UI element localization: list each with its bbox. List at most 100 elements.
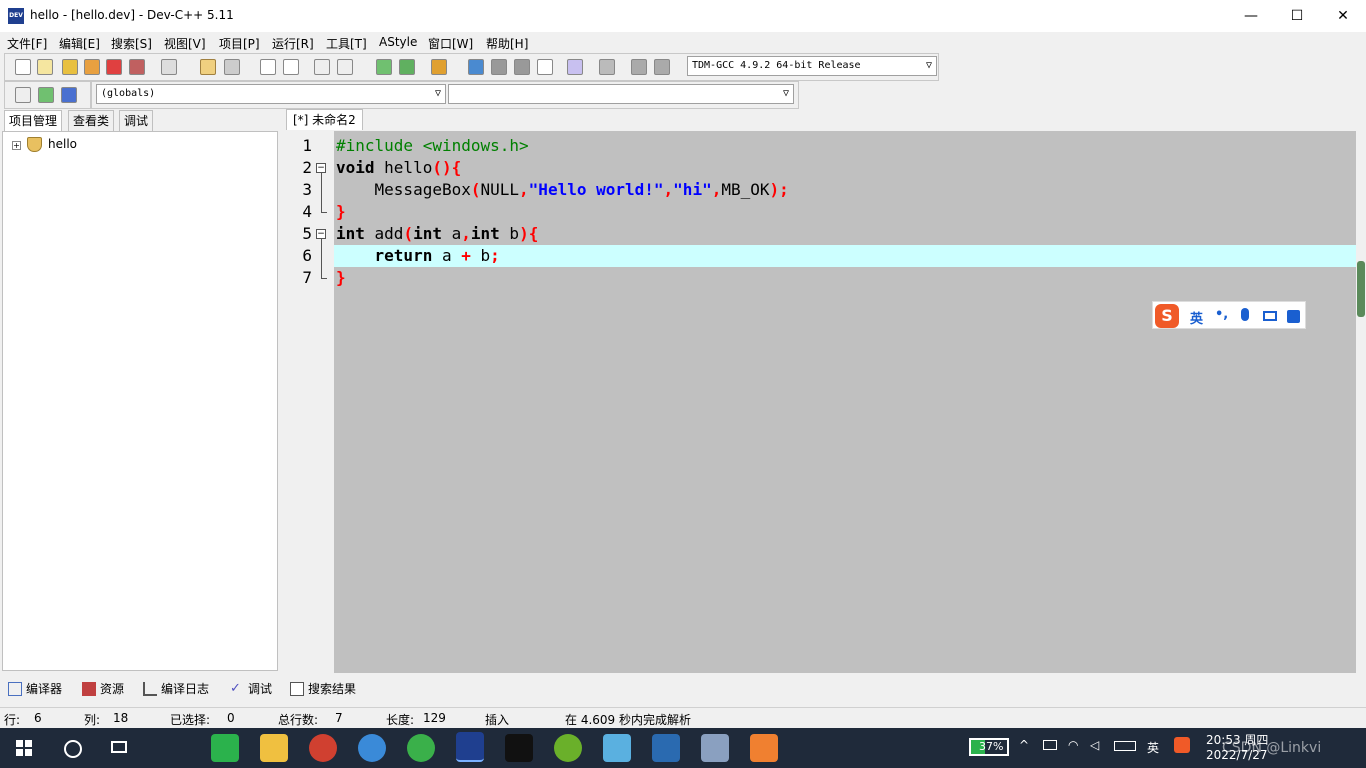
line-number: 7 <box>302 268 312 287</box>
resources-icon <box>82 682 96 696</box>
app-badge-icon[interactable] <box>750 734 778 762</box>
menu-project[interactable]: 项目[P] <box>219 35 260 52</box>
vertical-scrollbar[interactable] <box>1356 131 1366 673</box>
sel-value: 0 <box>227 711 235 725</box>
member-select[interactable]: ▽ <box>448 84 794 104</box>
check-syntax-icon[interactable] <box>567 59 583 75</box>
delete-profile-icon[interactable] <box>654 59 670 75</box>
app-window-icon[interactable] <box>652 734 680 762</box>
save-all-icon[interactable] <box>84 59 100 75</box>
stop-icon[interactable] <box>599 59 615 75</box>
new-file-icon[interactable] <box>15 59 31 75</box>
media-player-icon[interactable] <box>554 734 582 762</box>
sogou-tray-icon[interactable] <box>1174 737 1190 753</box>
close-button[interactable]: ✕ <box>1320 0 1366 32</box>
security-icon[interactable] <box>407 734 435 762</box>
goto-declaration-icon[interactable] <box>15 87 31 103</box>
project-options-icon[interactable] <box>431 59 447 75</box>
microphone-icon[interactable] <box>1241 308 1249 321</box>
input-lang[interactable]: 英 <box>1147 739 1159 756</box>
add-to-project-icon[interactable] <box>376 59 392 75</box>
rebuild-icon[interactable] <box>537 59 553 75</box>
menu-search[interactable]: 搜索[S] <box>111 35 152 52</box>
tab-search-results[interactable]: 搜索结果 <box>288 679 360 699</box>
code-editor[interactable]: 1 2 3 4 5 6 7 − − #include <windows.h> v… <box>286 131 1360 673</box>
code-line-5: int add(int a,int b){ <box>336 224 539 243</box>
save-icon[interactable] <box>62 59 78 75</box>
fold-toggle-icon[interactable]: − <box>316 163 326 173</box>
toolbox-icon[interactable] <box>1287 310 1300 323</box>
tab-classes[interactable]: 查看类 <box>68 110 115 131</box>
replace-icon[interactable] <box>283 59 299 75</box>
open-file-icon[interactable] <box>37 59 53 75</box>
menu-help[interactable]: 帮助[H] <box>486 35 528 52</box>
length-label: 长度: <box>386 713 415 727</box>
keyboard-icon[interactable] <box>1114 741 1136 751</box>
close-file-icon[interactable] <box>106 59 122 75</box>
menu-run[interactable]: 运行[R] <box>272 35 314 52</box>
fold-end <box>321 278 327 279</box>
col-value: 18 <box>113 711 129 725</box>
chart-icon <box>143 682 157 696</box>
redo-icon[interactable] <box>224 59 240 75</box>
insert-mode: 插入 <box>485 713 510 727</box>
task-view-icon[interactable] <box>111 741 127 753</box>
app-icon[interactable] <box>603 734 631 762</box>
chevron-down-icon: ▽ <box>434 88 441 99</box>
compile-icon[interactable] <box>468 59 484 75</box>
compile-run-icon[interactable] <box>514 59 530 75</box>
globals-select[interactable]: (globals) ▽ <box>96 84 446 104</box>
menu-astyle[interactable]: AStyle <box>379 35 417 49</box>
ime-punct-toggle[interactable]: •, <box>1215 307 1228 322</box>
devcpp-task-icon[interactable] <box>456 732 484 762</box>
maximize-button[interactable]: ☐ <box>1274 0 1320 32</box>
wifi-icon[interactable]: ◠ <box>1068 738 1078 752</box>
menu-view[interactable]: 视图[V] <box>164 35 206 52</box>
indent-icon[interactable] <box>314 59 330 75</box>
editor-tab[interactable]: [*] 未命名2 <box>286 109 363 130</box>
goto-definition-icon[interactable] <box>38 87 54 103</box>
find-icon[interactable] <box>260 59 276 75</box>
chrome-icon[interactable] <box>309 734 337 762</box>
menu-tools[interactable]: 工具[T] <box>326 35 367 52</box>
app-bird-icon[interactable] <box>505 734 533 762</box>
profile-icon[interactable] <box>631 59 647 75</box>
run-icon[interactable] <box>491 59 507 75</box>
tab-compile-log[interactable]: 编译日志 <box>141 679 213 699</box>
chevron-up-icon[interactable]: ^ <box>1019 738 1029 752</box>
battery-icon[interactable]: 37% <box>969 738 1009 756</box>
tab-compiler[interactable]: 编译器 <box>6 679 66 699</box>
menu-window[interactable]: 窗口[W] <box>428 35 473 52</box>
wechat-icon[interactable] <box>211 734 239 762</box>
unindent-icon[interactable] <box>337 59 353 75</box>
close-all-icon[interactable] <box>129 59 145 75</box>
windows-start-icon[interactable] <box>16 740 32 756</box>
ime-lang-toggle[interactable]: 英 <box>1190 308 1203 327</box>
menu-edit[interactable]: 编辑[E] <box>59 35 100 52</box>
volume-icon[interactable]: ◁ <box>1090 738 1099 752</box>
remove-from-project-icon[interactable] <box>399 59 415 75</box>
tab-project[interactable]: 项目管理 <box>4 110 63 131</box>
scrollbar-thumb[interactable] <box>1357 261 1365 317</box>
undo-icon[interactable] <box>200 59 216 75</box>
fold-toggle-icon[interactable]: − <box>316 229 326 239</box>
battery-mode-icon[interactable] <box>1043 740 1057 750</box>
sogou-logo-icon[interactable]: S <box>1155 304 1179 328</box>
tree-item-hello[interactable]: hello <box>48 137 77 151</box>
globals-select-value: (globals) <box>101 88 156 99</box>
menu-file[interactable]: 文件[F] <box>7 35 47 52</box>
sogou-search-icon[interactable] <box>358 734 386 762</box>
tab-debug[interactable]: 调试 <box>119 110 154 131</box>
minimize-button[interactable]: — <box>1228 0 1274 32</box>
compiler-select[interactable]: TDM-GCC 4.9.2 64-bit Release ▽ <box>687 56 937 76</box>
expand-toggle[interactable]: + <box>12 141 21 150</box>
tab-resources[interactable]: 资源 <box>80 679 128 699</box>
file-explorer-icon[interactable] <box>260 734 288 762</box>
control-panel-icon[interactable] <box>701 734 729 762</box>
print-icon[interactable] <box>161 59 177 75</box>
check-icon: ✓ <box>230 681 241 696</box>
tab-debug-output[interactable]: ✓ 调试 <box>228 679 276 699</box>
keyboard-icon[interactable] <box>1263 311 1277 321</box>
bookmark-icon[interactable] <box>61 87 77 103</box>
search-circle-icon[interactable] <box>64 740 82 758</box>
